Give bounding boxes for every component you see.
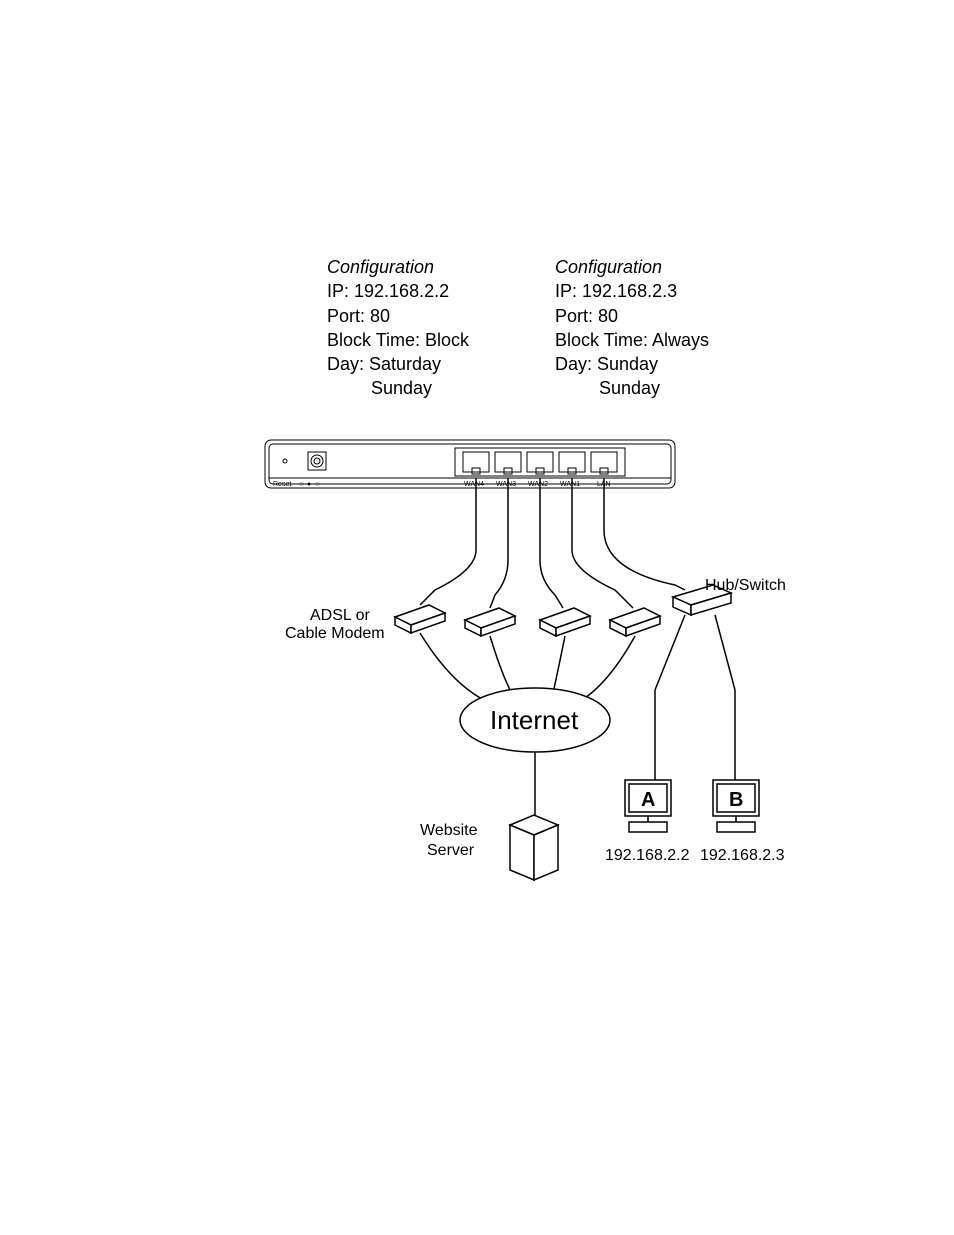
- config-block-a: Configuration IP: 192.168.2.2 Port: 80 B…: [327, 255, 557, 401]
- internet-label: Internet: [490, 705, 579, 735]
- port-label-wan2: WAN2: [528, 481, 548, 488]
- config-b-day2: Sunday: [555, 376, 785, 400]
- config-b-port: Port: 80: [555, 304, 785, 328]
- config-b-title: Configuration: [555, 255, 785, 279]
- pc-a-ip: 192.168.2.2: [605, 847, 690, 864]
- pc-a-label: A: [641, 789, 655, 811]
- server-label-1: Website: [420, 822, 478, 839]
- router-device: Reset ○ ● ○ WAN4 WAN3 WAN2 WAN1 LAN: [265, 440, 675, 488]
- pc-b-label: B: [729, 789, 743, 811]
- pc-a-icon: A: [625, 780, 671, 832]
- modem-3-icon: [540, 608, 590, 636]
- hub-switch-label: Hub/Switch: [705, 577, 786, 594]
- pc-b-icon: B: [713, 780, 759, 832]
- config-a-title: Configuration: [327, 255, 557, 279]
- config-b-block: Block Time: Always: [555, 328, 785, 352]
- port-icons: [463, 452, 617, 474]
- server-label-2: Server: [427, 842, 475, 859]
- port-label-wan4: WAN4: [464, 481, 484, 488]
- modem-1-icon: [395, 605, 445, 633]
- config-block-b: Configuration IP: 192.168.2.3 Port: 80 B…: [555, 255, 785, 401]
- reset-button-icon: [308, 452, 326, 470]
- config-a-block: Block Time: Block: [327, 328, 557, 352]
- modem-label-2: Cable Modem: [285, 625, 385, 642]
- port-label-wan3: WAN3: [496, 481, 516, 488]
- config-a-ip: IP: 192.168.2.2: [327, 279, 557, 303]
- server-icon: [510, 815, 558, 880]
- port-label-wan1: WAN1: [560, 481, 580, 488]
- config-a-day2: Sunday: [327, 376, 557, 400]
- modem-2-icon: [465, 608, 515, 636]
- config-a-day: Day: Saturday: [327, 352, 557, 376]
- led-1: ○: [299, 481, 303, 488]
- led-3: ○: [315, 481, 319, 488]
- pc-b-ip: 192.168.2.3: [700, 847, 785, 864]
- reset-label: Reset: [273, 481, 291, 488]
- config-b-ip: IP: 192.168.2.3: [555, 279, 785, 303]
- config-b-day: Day: Sunday: [555, 352, 785, 376]
- led-2: ●: [307, 481, 311, 488]
- modem-label-1: ADSL or: [310, 607, 371, 624]
- config-a-port: Port: 80: [327, 304, 557, 328]
- network-diagram: Reset ○ ● ○ WAN4 WAN3 WAN2 WAN1 LAN Hub/…: [255, 430, 825, 890]
- modem-4-icon: [610, 608, 660, 636]
